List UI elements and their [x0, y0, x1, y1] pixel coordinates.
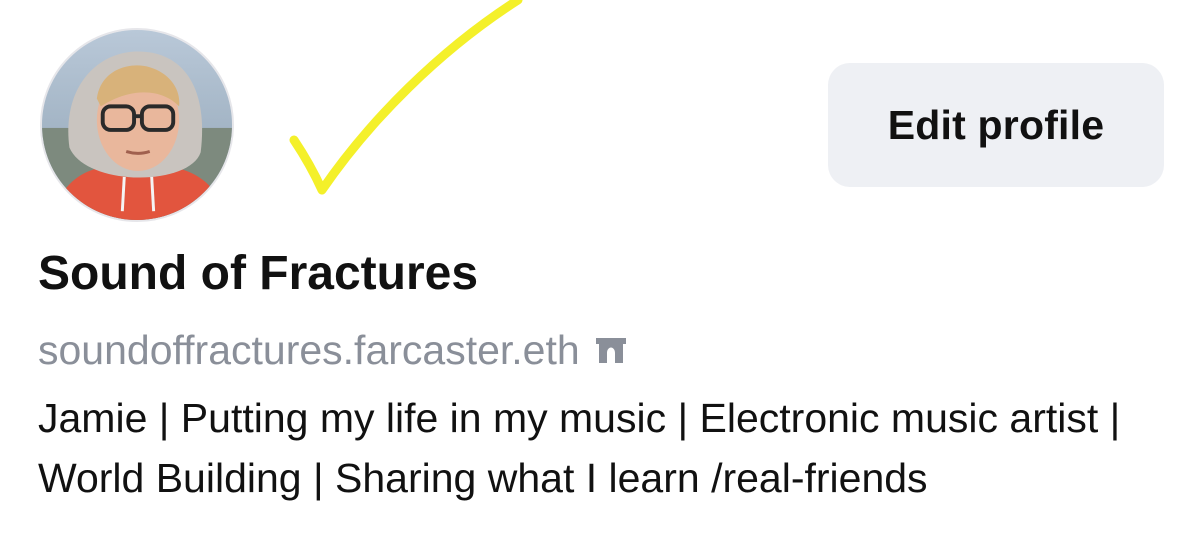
bio: Jamie | Putting my life in my music | El…: [38, 395, 1121, 501]
checkmark-annotation: [289, 0, 523, 195]
display-name: Sound of Fractures: [38, 247, 479, 300]
username-row: soundoffractures.farcaster.eth: [38, 322, 628, 378]
arch-icon: [594, 335, 628, 365]
edit-profile-button[interactable]: Edit profile: [828, 63, 1164, 187]
username: soundoffractures.farcaster.eth: [38, 327, 580, 373]
avatar-photo: [42, 30, 232, 220]
avatar[interactable]: [40, 28, 234, 222]
